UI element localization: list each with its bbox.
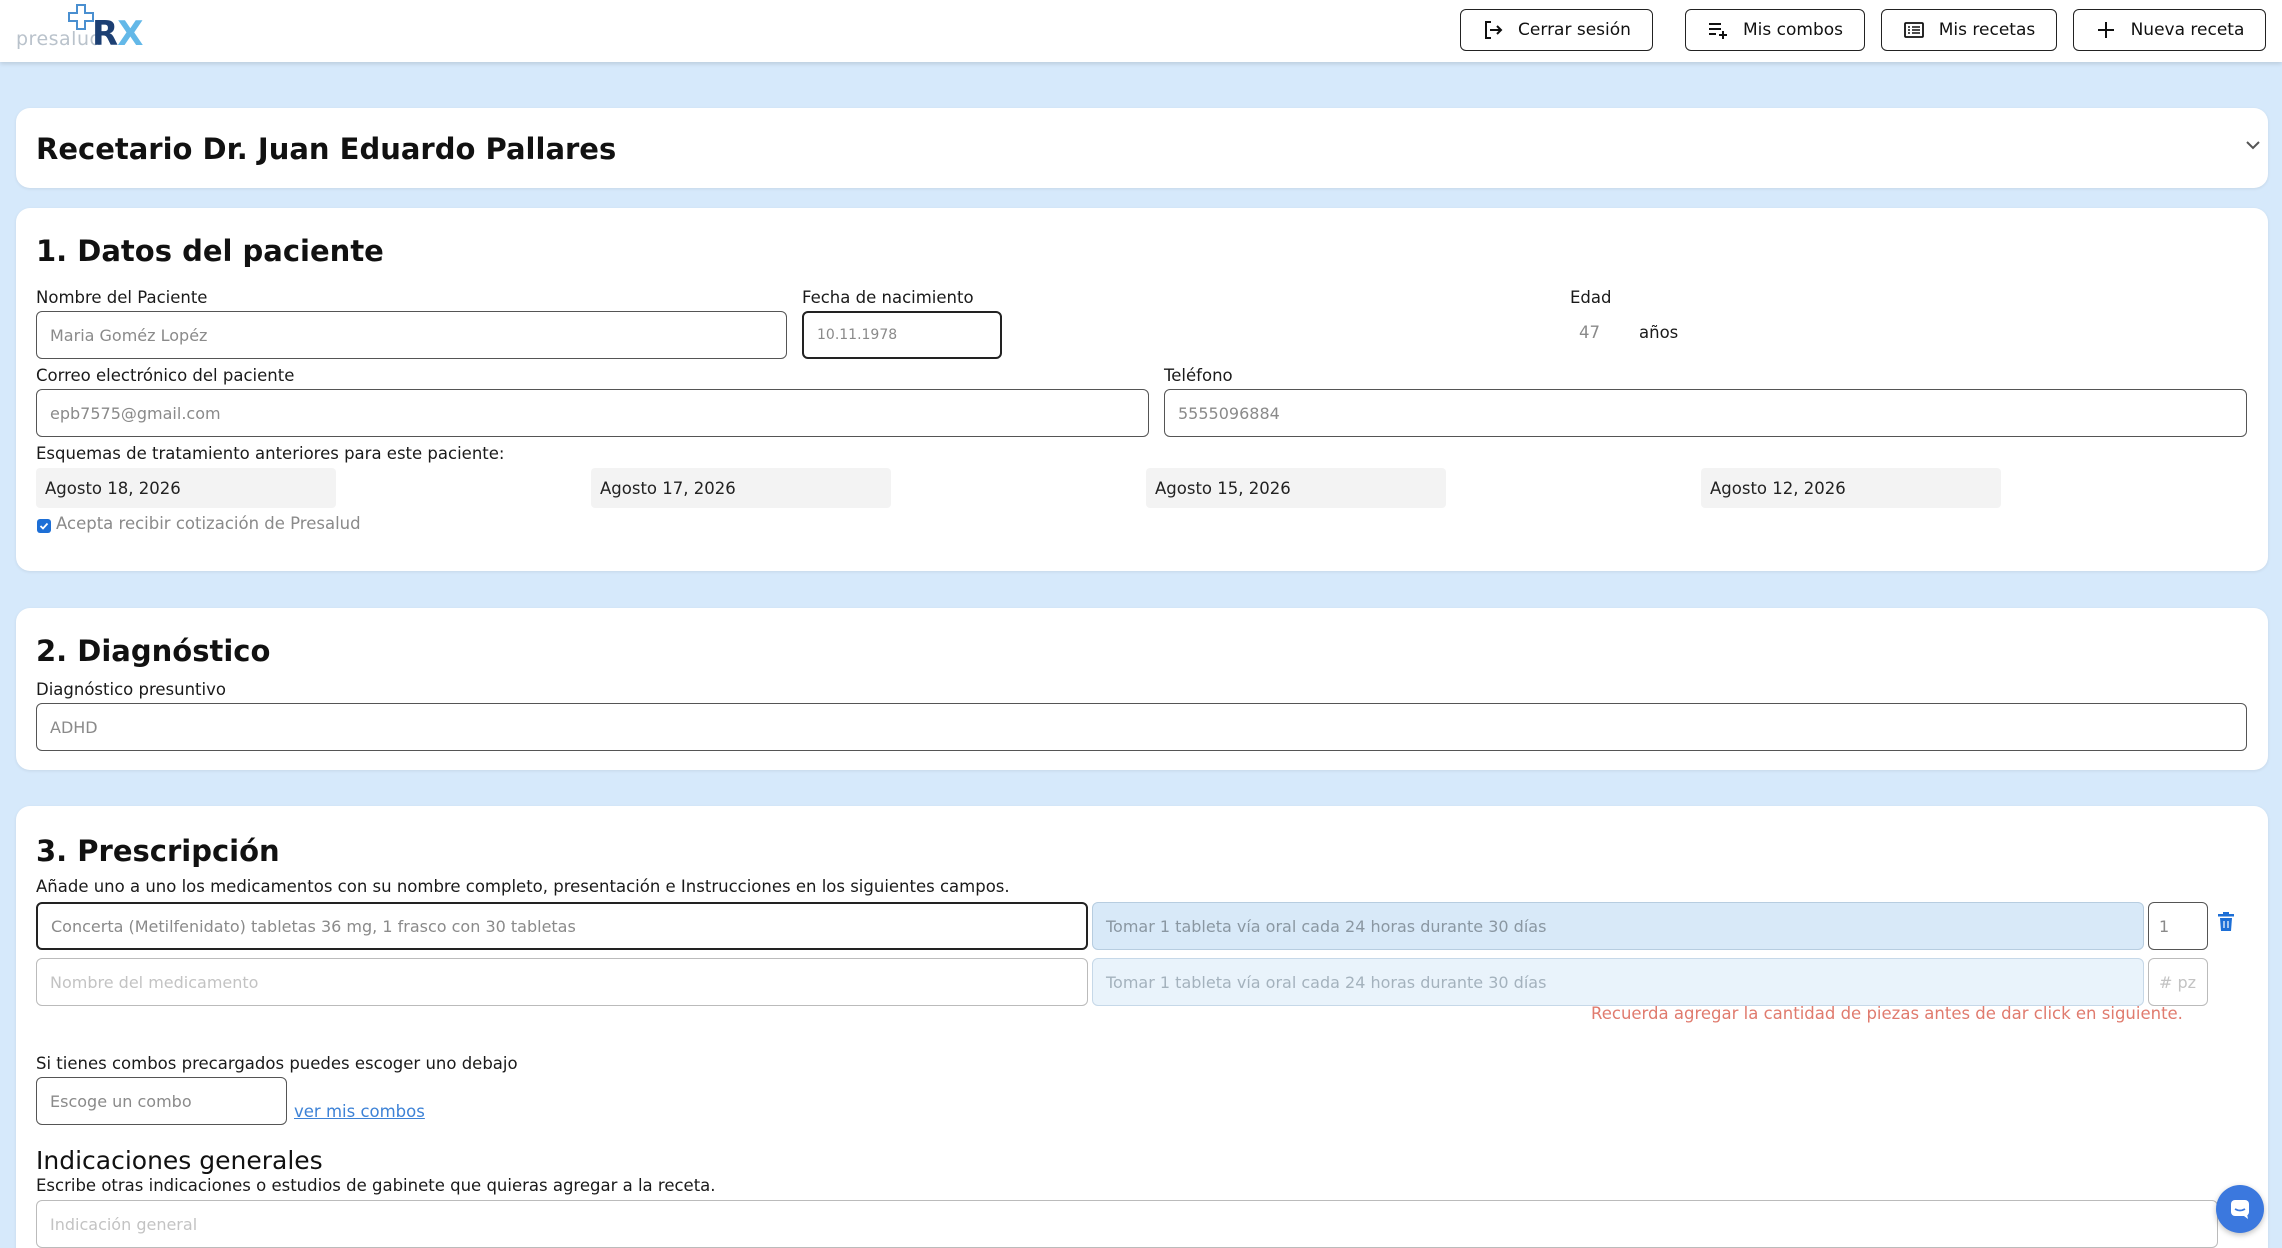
- acepta-label: Acepta recibir cotización de Presalud: [56, 514, 361, 533]
- correo-input[interactable]: epb7575@gmail.com: [36, 389, 1149, 437]
- indicacion-input-empty[interactable]: Tomar 1 tableta vía oral cada 24 horas d…: [1092, 958, 2144, 1006]
- chat-icon: [2231, 1200, 2249, 1219]
- recetario-card[interactable]: Recetario Dr. Juan Eduardo Pallares: [16, 108, 2268, 188]
- medicamento-input-empty[interactable]: Nombre del medicamento: [36, 958, 1088, 1006]
- presalud-rx-logo[interactable]: presalud RX: [14, 4, 144, 54]
- checkmark-icon: [39, 522, 49, 530]
- list-document-icon: [1903, 19, 1925, 41]
- diagnostico-input[interactable]: ADHD: [36, 703, 2247, 751]
- nombre-input[interactable]: Maria Goméz Lopéz: [36, 311, 787, 359]
- ver-combos-link[interactable]: ver mis combos: [294, 1102, 425, 1121]
- indicaciones-desc: Escribe otras indicaciones o estudios de…: [36, 1176, 716, 1195]
- fecha-input[interactable]: 10.11.1978: [802, 311, 1002, 359]
- prescripcion-heading: 3. Prescripción: [36, 834, 280, 868]
- mis-recetas-label: Mis recetas: [1938, 20, 2036, 40]
- mis-combos-button[interactable]: Mis combos: [1685, 9, 1865, 51]
- mis-recetas-button[interactable]: Mis recetas: [1881, 9, 2057, 51]
- diagnostico-heading: 2. Diagnóstico: [36, 634, 271, 668]
- esquema-chip[interactable]: Agosto 12, 2026: [1701, 468, 2001, 508]
- esquema-chip[interactable]: Agosto 18, 2026: [36, 468, 336, 508]
- playlist-add-icon: [1707, 19, 1729, 41]
- indicacion-input[interactable]: Tomar 1 tableta vía oral cada 24 horas d…: [1092, 902, 2144, 950]
- nombre-label: Nombre del Paciente: [36, 288, 208, 307]
- esquema-chip[interactable]: Agosto 15, 2026: [1146, 468, 1446, 508]
- datos-heading: 1. Datos del paciente: [36, 234, 384, 268]
- diagnostico-card: 2. Diagnóstico Diagnóstico presuntivo AD…: [16, 608, 2268, 770]
- edad-value: 47: [1579, 323, 1600, 342]
- esquemas-label: Esquemas de tratamiento anteriores para …: [36, 444, 505, 463]
- mis-combos-label: Mis combos: [1742, 20, 1843, 40]
- prescripcion-instructions: Añade uno a uno los medicamentos con su …: [36, 877, 1010, 896]
- logout-label: Cerrar sesión: [1518, 20, 1631, 40]
- piezas-input[interactable]: 1: [2148, 902, 2208, 950]
- esquema-chip[interactable]: Agosto 17, 2026: [591, 468, 891, 508]
- logo-rx: RX: [92, 14, 143, 54]
- medical-cross-icon: [68, 4, 94, 30]
- piezas-input-empty[interactable]: # pz: [2148, 958, 2208, 1006]
- logout-icon: [1482, 19, 1504, 41]
- recetario-title: Recetario Dr. Juan Eduardo Pallares: [36, 132, 617, 166]
- telefono-input[interactable]: 5555096884: [1164, 389, 2247, 437]
- indicaciones-heading: Indicaciones generales: [36, 1146, 323, 1175]
- trash-icon[interactable]: [2217, 912, 2235, 932]
- logout-button[interactable]: Cerrar sesión: [1460, 9, 1653, 51]
- correo-label: Correo electrónico del paciente: [36, 366, 295, 385]
- nueva-receta-label: Nueva receta: [2130, 20, 2245, 40]
- indicacion-general-input[interactable]: Indicación general: [36, 1200, 2218, 1248]
- edad-label: Edad: [1570, 288, 1612, 307]
- chat-button[interactable]: [2216, 1185, 2264, 1233]
- combos-label: Si tienes combos precargados puedes esco…: [36, 1054, 518, 1073]
- top-bar: presalud RX Cerrar sesión Mis combos Mis…: [0, 0, 2282, 62]
- edad-unit: años: [1639, 323, 1679, 342]
- telefono-label: Teléfono: [1164, 366, 1233, 385]
- recuerda-note: Recuerda agregar la cantidad de piezas a…: [1591, 1004, 2183, 1023]
- prescripcion-card: 3. Prescripción Añade uno a uno los medi…: [16, 806, 2268, 1248]
- nueva-receta-button[interactable]: Nueva receta: [2073, 9, 2266, 51]
- medicamento-input[interactable]: Concerta (Metilfenidato) tabletas 36 mg,…: [36, 902, 1088, 950]
- acepta-checkbox[interactable]: [37, 519, 51, 533]
- datos-paciente-card: 1. Datos del paciente Nombre del Pacient…: [16, 208, 2268, 571]
- combo-select[interactable]: Escoge un combo: [36, 1077, 287, 1125]
- plus-icon: [2095, 19, 2117, 41]
- logo-word: presalud: [16, 28, 103, 50]
- fecha-label: Fecha de nacimiento: [802, 288, 974, 307]
- chevron-down-icon[interactable]: [2244, 138, 2262, 152]
- diagnostico-label: Diagnóstico presuntivo: [36, 680, 226, 699]
